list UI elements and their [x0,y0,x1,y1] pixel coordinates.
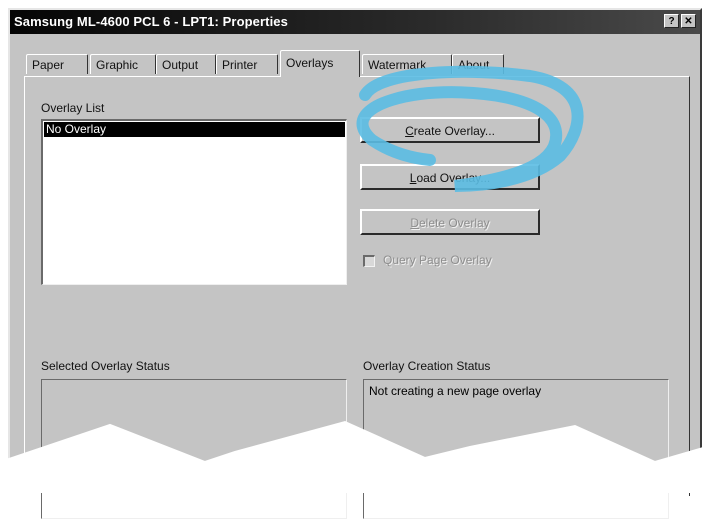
overlay-listbox[interactable]: No Overlay [41,119,347,285]
overlays-page: Overlay List No Overlay Create Overlay..… [24,76,690,519]
delete-label: elete Overlay [418,216,490,230]
selected-overlay-status-label: Selected Overlay Status [41,359,170,373]
tab-printer[interactable]: Printer [216,54,278,74]
overlay-creation-status-label: Overlay Creation Status [363,359,491,373]
tab-output[interactable]: Output [156,54,216,74]
tab-about[interactable]: About [452,54,504,74]
help-button[interactable]: ? [664,14,679,28]
tab-paper[interactable]: Paper [26,54,88,74]
load-overlay-button[interactable]: Load Overlay... [360,164,540,190]
tab-overlays[interactable]: Overlays [280,50,360,77]
tab-graphic[interactable]: Graphic [90,54,156,74]
query-page-overlay-label: Query Page Overlay [383,253,492,267]
load-label: oad Overlay... [416,171,491,185]
create-mnemonic: C [405,124,414,138]
query-page-overlay-checkbox[interactable] [363,255,375,267]
creation-status-text: Not creating a new page overlay [369,384,542,398]
title-bar[interactable]: Samsung ML-4600 PCL 6 - LPT1: Properties… [10,10,700,34]
overlay-list-label: Overlay List [41,101,105,115]
tab-watermark[interactable]: Watermark [362,54,452,74]
selected-overlay-status-box [41,379,347,519]
properties-dialog: Samsung ML-4600 PCL 6 - LPT1: Properties… [8,8,702,519]
close-button[interactable]: ✕ [681,14,696,28]
create-label: reate Overlay... [413,124,495,138]
delete-mnemonic: D [410,216,419,230]
list-item[interactable]: No Overlay [44,122,345,137]
overlay-creation-status-box: Not creating a new page overlay [363,379,669,519]
window-title: Samsung ML-4600 PCL 6 - LPT1: Properties [14,14,288,29]
create-overlay-button[interactable]: Create Overlay... [360,117,540,143]
delete-overlay-button[interactable]: Delete Overlay [360,209,540,235]
